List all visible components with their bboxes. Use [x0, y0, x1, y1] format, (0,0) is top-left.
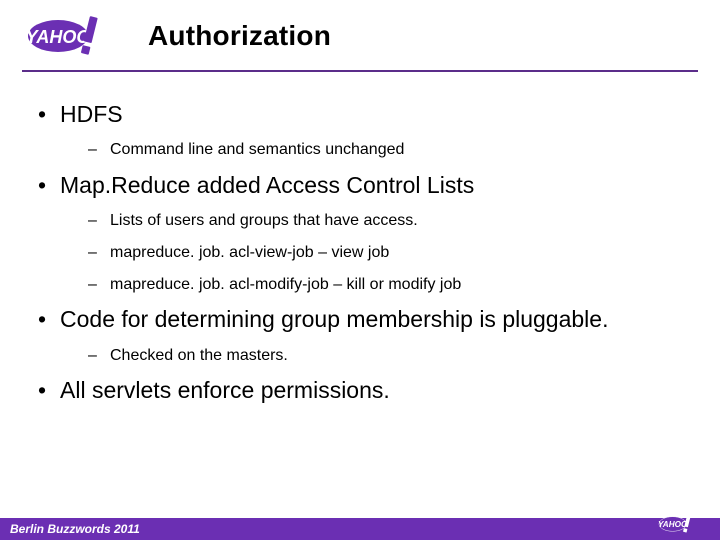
slide-title: Authorization [148, 20, 331, 52]
bullet-item: HDFS Command line and semantics unchange… [34, 100, 686, 161]
sub-bullet-text: mapreduce. job. acl-view-job – view job [110, 244, 389, 261]
bullet-text: HDFS [60, 101, 123, 127]
sub-bullet-item: Command line and semantics unchanged [88, 139, 686, 161]
sub-bullet-list: Lists of users and groups that have acce… [88, 210, 686, 295]
slide-header: YAHOO Authorization [0, 0, 720, 66]
sub-bullet-text: Lists of users and groups that have acce… [110, 212, 418, 229]
slide-footer: Berlin Buzzwords 2011 YAHOO [0, 518, 720, 540]
sub-bullet-text: Command line and semantics unchanged [110, 141, 404, 158]
sub-bullet-list: Checked on the masters. [88, 345, 686, 367]
footer-text: Berlin Buzzwords 2011 [10, 522, 140, 536]
bullet-item: Code for determining group membership is… [34, 305, 686, 366]
svg-text:YAHOO: YAHOO [658, 520, 688, 529]
slide: YAHOO Authorization HDFS Command line an… [0, 0, 720, 540]
bullet-text: Code for determining group membership is… [60, 306, 608, 332]
sub-bullet-item: mapreduce. job. acl-view-job – view job [88, 242, 686, 264]
sub-bullet-item: Lists of users and groups that have acce… [88, 210, 686, 232]
bullet-list: HDFS Command line and semantics unchange… [34, 100, 686, 406]
slide-body: HDFS Command line and semantics unchange… [0, 72, 720, 406]
yahoo-logo-footer-icon: YAHOO [646, 514, 712, 539]
sub-bullet-item: mapreduce. job. acl-modify-job – kill or… [88, 274, 686, 296]
bullet-item: Map.Reduce added Access Control Lists Li… [34, 171, 686, 295]
sub-bullet-item: Checked on the masters. [88, 345, 686, 367]
bullet-text: Map.Reduce added Access Control Lists [60, 172, 474, 198]
sub-bullet-text: mapreduce. job. acl-modify-job – kill or… [110, 276, 461, 293]
svg-text:YAHOO: YAHOO [26, 27, 91, 47]
bullet-text: All servlets enforce permissions. [60, 377, 390, 403]
yahoo-logo-icon: YAHOO [24, 14, 120, 58]
bullet-item: All servlets enforce permissions. [34, 376, 686, 405]
sub-bullet-list: Command line and semantics unchanged [88, 139, 686, 161]
sub-bullet-text: Checked on the masters. [110, 347, 288, 364]
